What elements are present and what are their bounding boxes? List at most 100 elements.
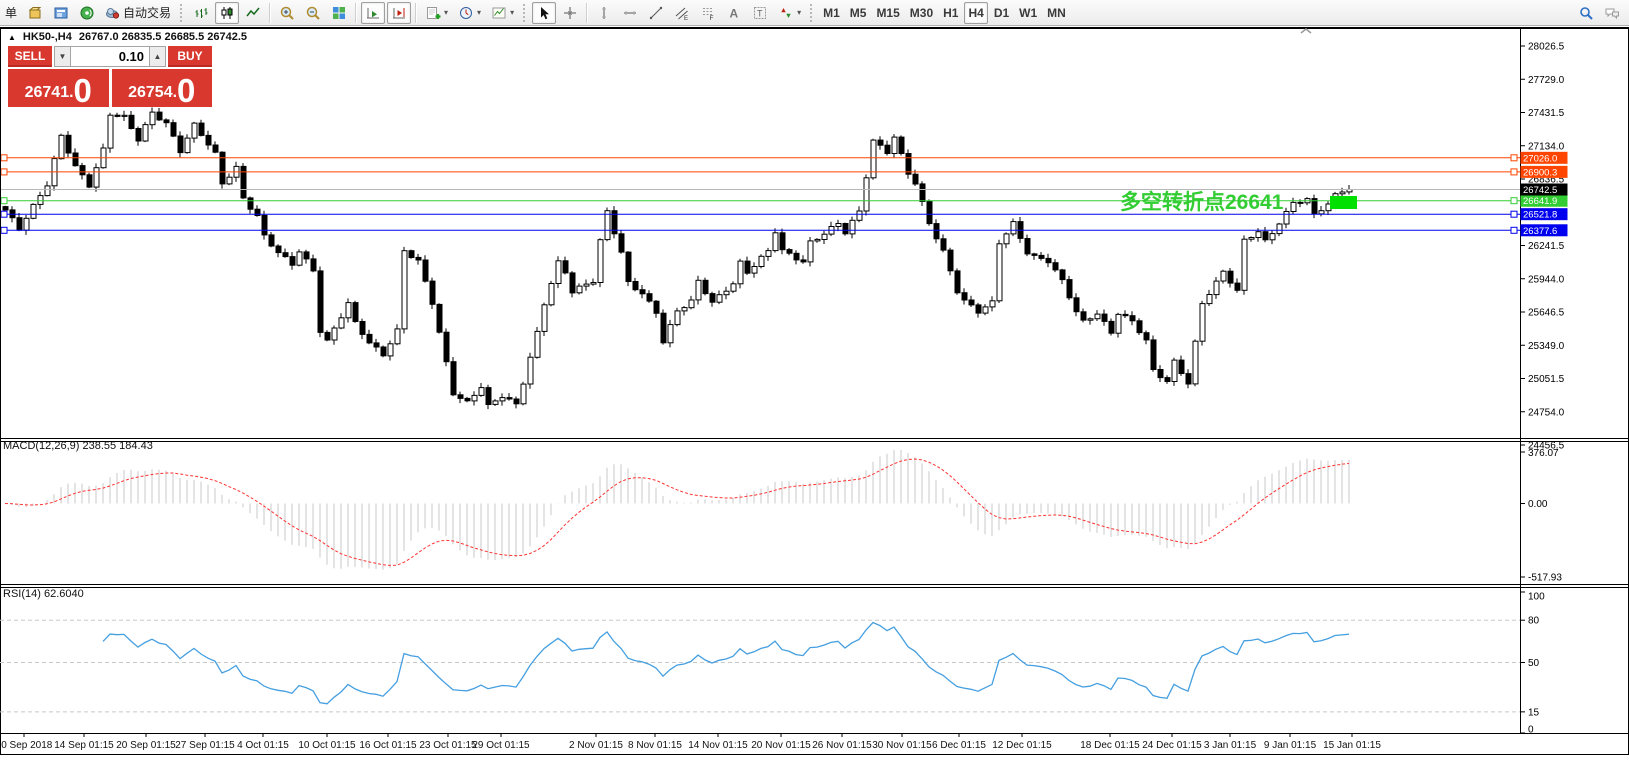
auto-scroll-button[interactable]: [361, 2, 385, 24]
autotrading-icon: [105, 5, 121, 21]
candle-body: [843, 224, 848, 234]
line-handle-right[interactable]: [1511, 155, 1517, 161]
vertical-line-button[interactable]: [592, 2, 616, 24]
line-handle-left[interactable]: [1, 211, 7, 217]
tf-m15-button[interactable]: M15: [872, 2, 903, 24]
chart-shift-button[interactable]: [387, 2, 411, 24]
candle-body: [115, 115, 120, 116]
tf-h4-button[interactable]: H4: [964, 2, 987, 24]
tile-windows-button[interactable]: [327, 2, 351, 24]
text-label-icon: T: [752, 5, 768, 21]
candle-body: [192, 123, 197, 138]
cursor-button[interactable]: [532, 2, 556, 24]
crosshair-icon: [562, 5, 578, 21]
horizontal-line-button[interactable]: [618, 2, 642, 24]
candle-body: [220, 152, 225, 184]
line-chart-button[interactable]: [241, 2, 265, 24]
volume-decrease-button[interactable]: ▼: [54, 46, 71, 67]
price-tick-label: 25051.5: [1528, 374, 1565, 385]
buy-button[interactable]: BUY: [168, 46, 212, 67]
candle-body: [367, 334, 372, 343]
candle-body: [87, 175, 92, 187]
sell-button[interactable]: SELL: [8, 46, 52, 67]
fibonacci-button[interactable]: F: [696, 2, 720, 24]
zoom-in-button[interactable]: [275, 2, 299, 24]
text-label-button[interactable]: T: [748, 2, 772, 24]
autotrading-button[interactable]: 自动交易: [101, 2, 175, 24]
market-watch-button[interactable]: [23, 2, 47, 24]
channel-button[interactable]: E: [670, 2, 694, 24]
signals-icon: [79, 5, 95, 21]
candle-body: [584, 284, 589, 286]
candle-body: [1102, 314, 1107, 321]
candle-body: [241, 166, 246, 198]
zoom-out-button[interactable]: [301, 2, 325, 24]
periods-button[interactable]: ▾: [454, 2, 485, 24]
line-handle-right[interactable]: [1511, 211, 1517, 217]
candle-body: [836, 224, 841, 227]
candle-body: [493, 401, 498, 405]
candle-body: [1172, 360, 1177, 381]
buy-price-panel[interactable]: 26754.0: [112, 69, 213, 107]
line-handle-right[interactable]: [1511, 227, 1517, 233]
volume-input[interactable]: 0.10: [71, 46, 149, 67]
arrows-button[interactable]: ▾: [774, 2, 805, 24]
time-tick-label: 18 Dec 01:15: [1080, 740, 1140, 751]
tf-m1-button[interactable]: M1: [819, 2, 844, 24]
toolbar-group: ▾▾▾: [420, 2, 519, 24]
chart-text-annotation[interactable]: 多空转折点26641: [1120, 186, 1283, 216]
chart-canvas[interactable]: 28026.527729.027431.527134.026836.526241…: [0, 0, 1629, 773]
signals-button[interactable]: [75, 2, 99, 24]
candle-body: [290, 257, 295, 266]
line-handle-left[interactable]: [1, 227, 7, 233]
candle-body: [675, 311, 680, 325]
candle-body: [164, 120, 169, 123]
candle-body: [262, 215, 267, 235]
candle-body: [31, 204, 36, 218]
chat-button[interactable]: [1600, 2, 1624, 24]
tf-w1-button[interactable]: W1: [1015, 2, 1041, 24]
candle-body: [402, 251, 407, 329]
candle-body: [479, 388, 484, 396]
price-tick-label: 28026.5: [1528, 42, 1565, 53]
line-handle-right[interactable]: [1511, 169, 1517, 175]
line-handle-left[interactable]: [1, 155, 7, 161]
tf-h1-button[interactable]: H1: [939, 2, 962, 24]
line-handle-right[interactable]: [1511, 198, 1517, 204]
indicators-button[interactable]: ▾: [421, 2, 452, 24]
tf-m5-button[interactable]: M5: [846, 2, 871, 24]
line-handle-left[interactable]: [1, 198, 7, 204]
tf-mn-button-label: MN: [1047, 6, 1066, 20]
templates-button[interactable]: ▾: [487, 2, 518, 24]
search-button[interactable]: [1574, 2, 1598, 24]
candle-body: [143, 125, 148, 141]
volume-increase-button[interactable]: ▲: [149, 46, 166, 67]
tf-mn-button[interactable]: MN: [1043, 2, 1070, 24]
tf-m30-button[interactable]: M30: [906, 2, 937, 24]
candle-body: [150, 112, 155, 125]
candle-body: [374, 343, 379, 347]
candle-body: [395, 329, 400, 344]
trendline-button[interactable]: [644, 2, 668, 24]
collapse-panel-icon[interactable]: ▲: [8, 33, 16, 42]
candle-body: [724, 291, 729, 295]
tf-d1-button[interactable]: D1: [990, 2, 1013, 24]
new-order-button[interactable]: 单: [1, 2, 21, 24]
candle-body: [766, 251, 771, 257]
toolbar-separator: [269, 3, 271, 23]
candle-body: [437, 304, 442, 332]
navigator-button[interactable]: [49, 2, 73, 24]
candle-body: [500, 398, 505, 401]
highlight-rectangle[interactable]: [1330, 196, 1357, 209]
candlestick-chart-button[interactable]: [215, 2, 239, 24]
bar-chart-button[interactable]: [189, 2, 213, 24]
crosshair-button[interactable]: [558, 2, 582, 24]
navigator-icon: [53, 5, 69, 21]
line-handle-left[interactable]: [1, 169, 7, 175]
text-button[interactable]: A: [722, 2, 746, 24]
trendline-icon: [648, 5, 664, 21]
tf-h1-button-label: H1: [943, 6, 958, 20]
sell-price-panel[interactable]: 26741.0: [8, 69, 109, 107]
bar-chart-icon: [193, 5, 209, 21]
price-tick-label: 25349.0: [1528, 341, 1565, 352]
